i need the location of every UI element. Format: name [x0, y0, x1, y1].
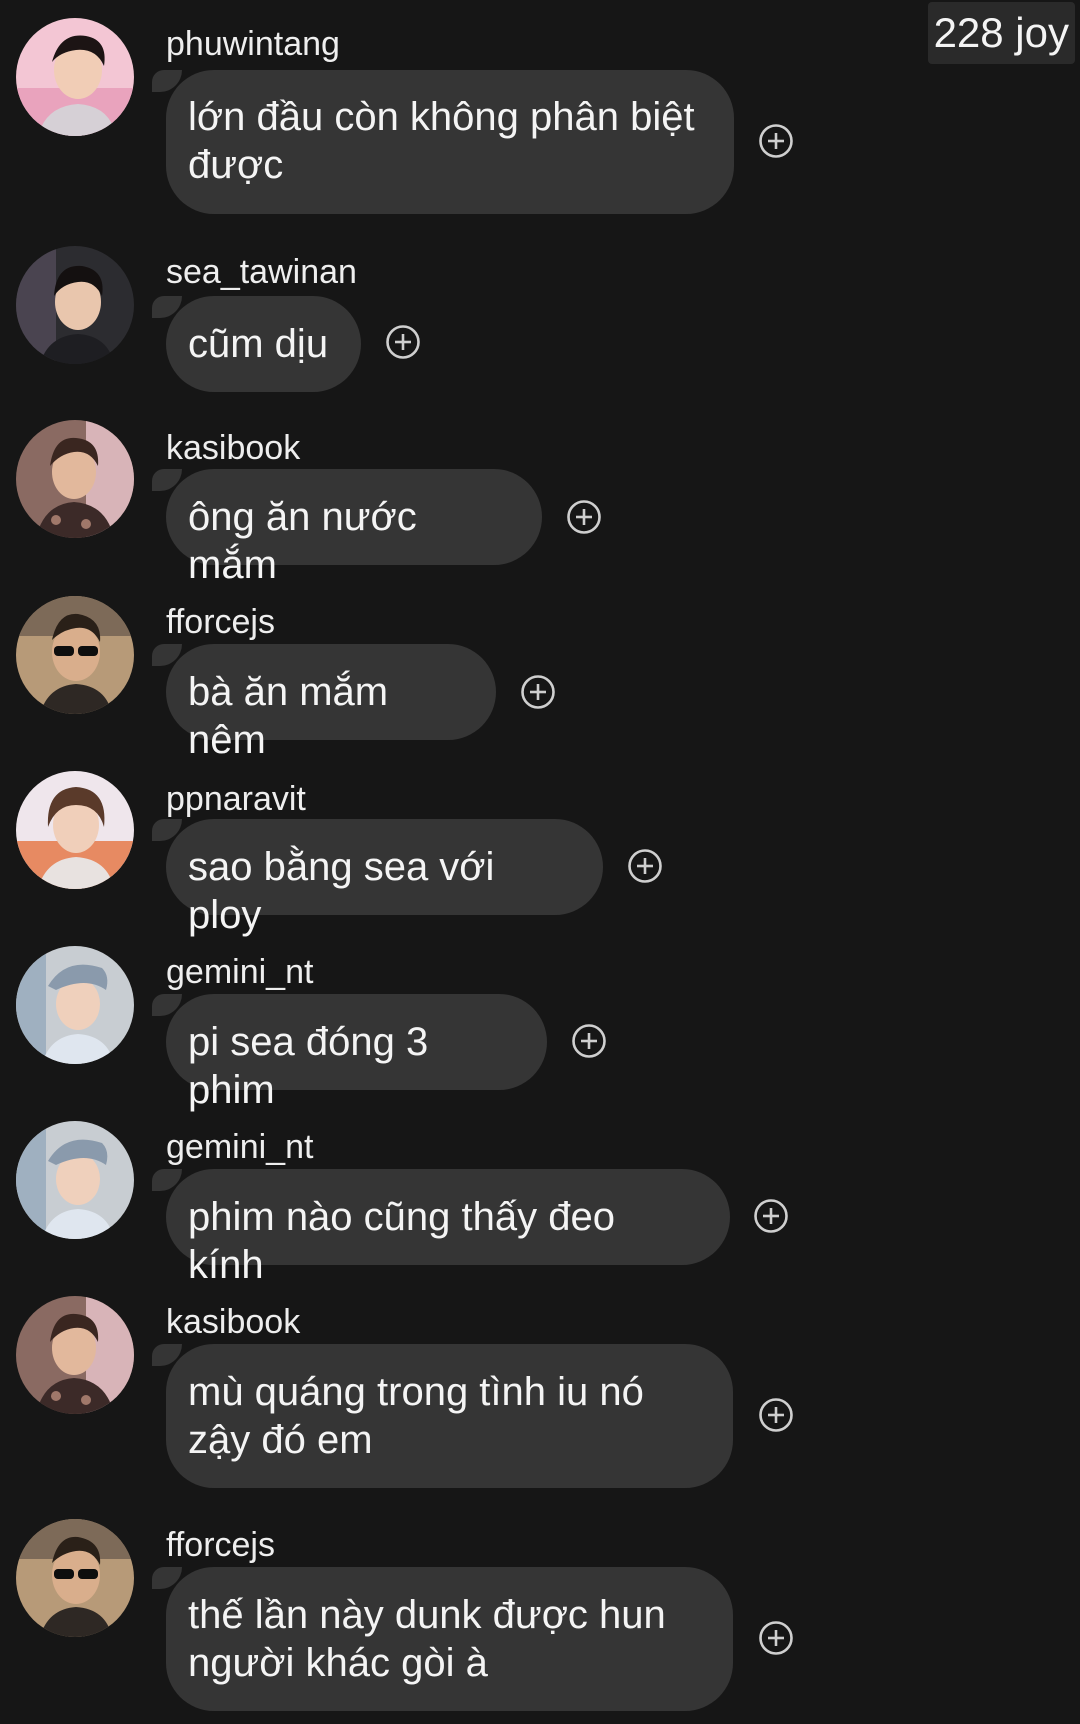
username[interactable]: phuwintang: [166, 24, 340, 64]
username[interactable]: sea_tawinan: [166, 252, 357, 292]
message-bubble[interactable]: sao bằng sea với ploy: [152, 819, 603, 937]
avatar[interactable]: [16, 946, 134, 1064]
username[interactable]: kasibook: [166, 1302, 300, 1342]
watermark-label: 228 joy: [927, 2, 1075, 64]
message-bubble[interactable]: pi sea đóng 3 phim: [152, 994, 547, 1112]
message-text: pi sea đóng 3 phim: [188, 1020, 429, 1112]
username[interactable]: kasibook: [166, 428, 300, 468]
message-text: phim nào cũng thấy đeo kính: [188, 1195, 615, 1287]
message-text: sao bằng sea với ploy: [188, 845, 495, 937]
username[interactable]: fforcejs: [166, 1525, 275, 1565]
message-text: thế lần này dunk được hun người khác gòi…: [188, 1593, 666, 1685]
plus-circle-icon[interactable]: [758, 1620, 794, 1656]
username[interactable]: fforcejs: [166, 602, 275, 642]
avatar[interactable]: [16, 1519, 134, 1637]
plus-circle-icon[interactable]: [758, 1397, 794, 1433]
plus-circle-icon[interactable]: [753, 1198, 789, 1234]
avatar[interactable]: [16, 596, 134, 714]
avatar[interactable]: [16, 771, 134, 889]
message-bubble[interactable]: mù quáng trong tình iu nó zậy đó em: [152, 1344, 733, 1488]
message-text: lớn đầu còn không phân biệt được: [188, 95, 695, 187]
plus-circle-icon[interactable]: [385, 324, 421, 360]
plus-circle-icon[interactable]: [758, 123, 794, 159]
message-bubble[interactable]: bà ăn mắm nêm: [152, 644, 496, 762]
message-bubble[interactable]: thế lần này dunk được hun người khác gòi…: [152, 1567, 733, 1711]
plus-circle-icon[interactable]: [566, 499, 602, 535]
plus-circle-icon[interactable]: [627, 848, 663, 884]
avatar[interactable]: [16, 246, 134, 364]
message-bubble[interactable]: cũm dịu: [152, 296, 361, 392]
avatar[interactable]: [16, 1296, 134, 1414]
message-text: ông ăn nước mắm: [188, 495, 417, 587]
message-bubble[interactable]: ông ăn nước mắm: [152, 469, 542, 587]
message-bubble[interactable]: phim nào cũng thấy đeo kính: [152, 1169, 730, 1287]
message-text: cũm dịu: [188, 322, 329, 366]
message-bubble[interactable]: lớn đầu còn không phân biệt được: [152, 70, 734, 214]
username[interactable]: ppnaravit: [166, 779, 306, 819]
plus-circle-icon[interactable]: [571, 1023, 607, 1059]
username[interactable]: gemini_nt: [166, 952, 313, 992]
avatar[interactable]: [16, 420, 134, 538]
avatar[interactable]: [16, 18, 134, 136]
message-text: mù quáng trong tình iu nó zậy đó em: [188, 1370, 644, 1462]
message-text: bà ăn mắm nêm: [188, 670, 389, 762]
plus-circle-icon[interactable]: [520, 674, 556, 710]
username[interactable]: gemini_nt: [166, 1127, 313, 1167]
avatar[interactable]: [16, 1121, 134, 1239]
